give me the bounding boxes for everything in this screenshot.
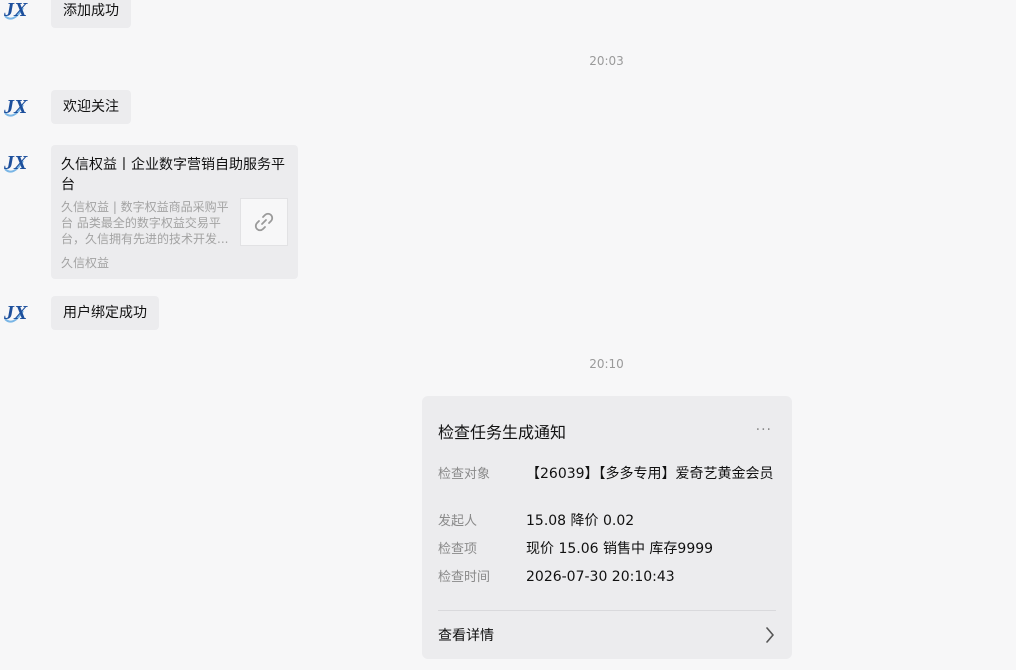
svg-text:JX: JX — [3, 96, 28, 118]
notice-card[interactable]: 检查任务生成通知 ··· 检查对象 【26039】【多多专用】爱奇艺黄金会员 发… — [422, 396, 792, 659]
timestamp: 20:10 — [589, 357, 624, 371]
jx-logo-icon: JX — [3, 0, 28, 21]
notice-row-value: 2026-07-30 20:10:43 — [526, 569, 675, 585]
sender-avatar[interactable]: JX — [0, 145, 36, 181]
notice-row-value: 15.08 降价 0.02 — [526, 513, 635, 529]
notice-row-label: 检查对象 — [438, 467, 491, 482]
link-icon — [254, 212, 274, 232]
divider — [438, 610, 776, 611]
jx-logo-icon: JX — [3, 96, 28, 118]
link-card-thumbnail — [240, 198, 288, 246]
message-bubble-bind[interactable]: 用户绑定成功 — [51, 296, 159, 330]
jx-logo-icon: JX — [3, 152, 28, 174]
notice-row-value: 【26039】【多多专用】爱奇艺黄金会员 — [526, 466, 774, 482]
sender-avatar[interactable]: JX — [0, 295, 36, 331]
notice-row-label: 检查时间 — [438, 570, 491, 585]
more-options-icon[interactable]: ··· — [756, 422, 772, 438]
jx-logo-icon: JX — [3, 302, 28, 324]
notice-row-value: 现价 15.06 销售中 库存9999 — [526, 541, 714, 557]
message-bubble-added[interactable]: 添加成功 — [51, 0, 131, 28]
notice-row-label: 检查项 — [438, 542, 478, 557]
sender-avatar[interactable]: JX — [0, 0, 36, 28]
link-card-description: 久信权益 | 数字权益商品采购平台 品类最全的数字权益交易平台，久信拥有先进的技… — [61, 200, 229, 246]
chevron-right-icon[interactable] — [764, 625, 776, 645]
link-card[interactable]: 久信权益丨企业数字营销自助服务平台 久信权益 | 数字权益商品采购平台 品类最全… — [51, 145, 298, 279]
notice-row-label: 发起人 — [438, 514, 478, 529]
svg-text:JX: JX — [3, 152, 28, 174]
message-bubble-welcome[interactable]: 欢迎关注 — [51, 90, 131, 124]
svg-text:JX: JX — [3, 0, 28, 21]
link-card-title: 久信权益丨企业数字营销自助服务平台 — [61, 157, 285, 193]
notice-title: 检查任务生成通知 — [438, 423, 567, 442]
link-card-source: 久信权益 — [61, 256, 110, 270]
sender-avatar[interactable]: JX — [0, 89, 36, 125]
timestamp: 20:03 — [589, 54, 624, 68]
svg-text:JX: JX — [3, 302, 28, 324]
view-details-link[interactable]: 查看详情 — [438, 626, 494, 646]
